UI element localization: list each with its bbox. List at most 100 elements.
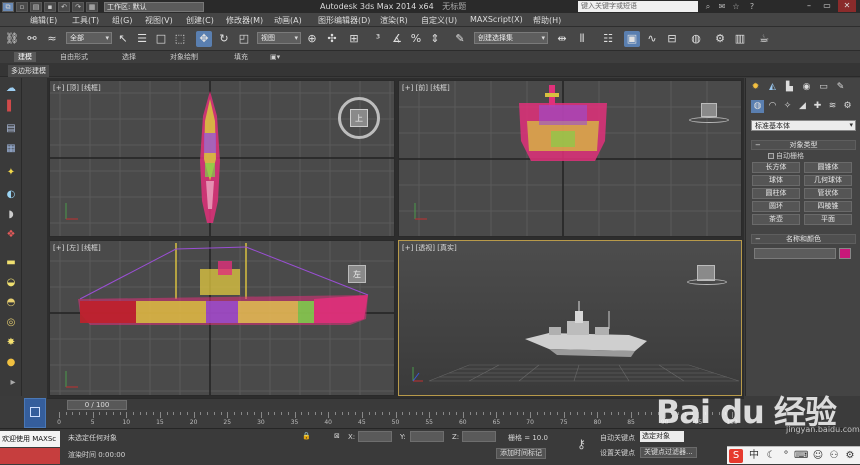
maximize-button[interactable]: ▭ (818, 0, 836, 12)
viewport-top[interactable]: [+] [顶] [线框] 上 (49, 80, 395, 237)
ship-top-view[interactable] (200, 91, 220, 223)
tab-modeling[interactable]: 建模 (14, 52, 36, 62)
app-menu-button[interactable]: ⧉ (2, 1, 14, 12)
viewport-top-label[interactable]: [+] [顶] [线框] (53, 83, 101, 93)
user-icon[interactable]: ☺ (811, 449, 825, 463)
shape-icon[interactable]: ◐ (3, 188, 19, 202)
search-icon[interactable]: ⌕ (702, 1, 714, 12)
new-file-icon[interactable]: ▫ (16, 1, 28, 12)
primitive-category-select[interactable]: 标准基本体 (751, 120, 856, 131)
reference-coord-select[interactable]: 视图 (257, 32, 301, 44)
speaker-icon[interactable]: ◗ (3, 208, 19, 222)
name-color-rollout[interactable]: − 名称和颜色 (751, 234, 856, 244)
chinese-mode-icon[interactable]: 中 (747, 449, 761, 463)
pyramid-button[interactable]: 四棱锥 (804, 201, 852, 212)
viewcube-top-face[interactable]: 上 (350, 109, 368, 127)
helpers-icon[interactable]: ✚ (811, 100, 824, 113)
teapot-button[interactable]: 茶壶 (752, 214, 800, 225)
shapes-icon[interactable]: ◠ (766, 100, 779, 113)
named-selection-select[interactable]: 创建选择集 (474, 32, 548, 44)
bind-space-warp-icon[interactable]: ≈ (44, 31, 60, 47)
menu-edit[interactable]: 编辑(E) (30, 15, 57, 26)
subscription-icon[interactable]: ✉ (716, 1, 728, 12)
selection-lock-icon[interactable]: 🔒 (302, 432, 311, 440)
select-move-icon[interactable]: ✥ (196, 31, 212, 47)
menu-group[interactable]: 组(G) (112, 15, 132, 26)
keyboard-icon[interactable]: ⌨ (794, 449, 808, 463)
unlink-icon[interactable]: ⚯ (24, 31, 40, 47)
snaps-toggle-icon[interactable]: ³ (370, 31, 386, 47)
curve-editor-icon[interactable]: ∿ (644, 31, 660, 47)
set-key-label[interactable]: 设置关键点 (600, 448, 635, 458)
viewport-front-label[interactable]: [+] [前] [线框] (402, 83, 450, 93)
layer-explorer-button[interactable] (24, 398, 46, 428)
spacewarps-icon[interactable]: ≋ (826, 100, 839, 113)
menu-help[interactable]: 帮助(H) (533, 15, 561, 26)
viewport-persp-label[interactable]: [+] [透视] [真实] (402, 243, 457, 253)
viewcube-left-face[interactable]: 左 (348, 265, 366, 283)
box-button[interactable]: 长方体 (752, 162, 800, 173)
tube-button[interactable]: 管状体 (804, 188, 852, 199)
utilities-tab-icon[interactable]: ✎ (834, 81, 847, 94)
autogrid-check-box[interactable] (768, 153, 774, 159)
viewport-left-label[interactable]: [+] [左] [线框] (53, 243, 101, 253)
poly-modeling-panel[interactable]: 多边形建模 (8, 65, 49, 77)
tab-freeform[interactable]: 自由形式 (56, 52, 92, 62)
rendered-frame-icon[interactable]: ▥ (732, 31, 748, 47)
shirt-icon[interactable]: ⚇ (827, 449, 841, 463)
favorites-star-icon[interactable]: ☆ (730, 1, 742, 12)
create-tab-icon[interactable]: ✹ (749, 81, 762, 94)
link-icon[interactable]: ⛓ (4, 31, 20, 47)
selection-filter-select[interactable]: 全部 (66, 32, 112, 44)
menu-tools[interactable]: 工具(T) (72, 15, 99, 26)
punctuation-icon[interactable]: ° (779, 449, 793, 463)
menu-views[interactable]: 视图(V) (145, 15, 173, 26)
select-rotate-icon[interactable]: ↻ (216, 31, 232, 47)
ship-side-view[interactable] (78, 243, 369, 325)
spinner-snap-icon[interactable]: ⇕ (427, 31, 443, 47)
menu-animation[interactable]: 动画(A) (274, 15, 302, 26)
display-tab-icon[interactable]: ▭ (817, 81, 830, 94)
mirror-icon[interactable]: ⇹ (554, 31, 570, 47)
expand-arrow-icon[interactable]: ▸ (8, 376, 18, 390)
layer-manager-icon[interactable]: ☷ (600, 31, 616, 47)
viewcube-front[interactable] (689, 103, 729, 127)
hierarchy-tab-icon[interactable]: ▙ (783, 81, 796, 94)
plane-button[interactable]: 平面 (804, 214, 852, 225)
time-slider[interactable]: 0 / 100 (47, 398, 744, 410)
tab-selection[interactable]: 选择 (118, 52, 140, 62)
minimize-button[interactable]: – (800, 0, 818, 12)
close-button[interactable]: ✕ (838, 0, 856, 12)
torus-shape-icon[interactable]: ◎ (3, 316, 19, 330)
sphere-button[interactable]: 球体 (752, 175, 800, 186)
add-time-tag-button[interactable]: 添加时间标记 (496, 448, 546, 459)
plane-shape-icon[interactable]: ▬ (3, 256, 19, 270)
y-coordinate-field[interactable] (410, 431, 444, 442)
modify-tab-icon[interactable]: ◭ (766, 81, 779, 94)
sogou-icon[interactable]: S (729, 449, 743, 463)
workspace-select[interactable]: 工作区: 默认 (104, 1, 204, 12)
ribbon-toggle-icon[interactable]: ▣ (624, 31, 640, 47)
viewcube-persp[interactable] (687, 265, 727, 289)
cloud-icon[interactable]: ☁ (3, 82, 19, 96)
torus-button[interactable]: 圆环 (752, 201, 800, 212)
lights-icon[interactable]: ✧ (781, 100, 794, 113)
geosphere-button[interactable]: 几何球体 (804, 175, 852, 186)
undo-icon[interactable]: ↶ (58, 1, 70, 12)
pivot-center-icon[interactable]: ⊕ (304, 31, 320, 47)
grid-icon[interactable]: ▦ (3, 142, 19, 156)
cone-shape-icon[interactable]: ◒ (3, 276, 19, 290)
material-editor-icon[interactable]: ◍ (688, 31, 704, 47)
key-filters-button[interactable]: 关键点过滤器... (640, 447, 697, 458)
project-folder-icon[interactable]: ▦ (86, 1, 98, 12)
cylinder-button[interactable]: 圆柱体 (752, 188, 800, 199)
menu-customize[interactable]: 自定义(U) (421, 15, 457, 26)
texture-icon[interactable]: ▤ (3, 122, 19, 136)
object-name-input[interactable] (754, 248, 836, 259)
tab-object-paint[interactable]: 对象绘制 (166, 52, 202, 62)
sphere-shape-icon[interactable]: ◓ (3, 296, 19, 310)
menu-modifiers[interactable]: 修改器(M) (226, 15, 263, 26)
systems-icon[interactable]: ⚙ (841, 100, 854, 113)
align-icon[interactable]: ⫴ (574, 31, 590, 47)
light-icon[interactable]: ✦ (3, 166, 19, 180)
